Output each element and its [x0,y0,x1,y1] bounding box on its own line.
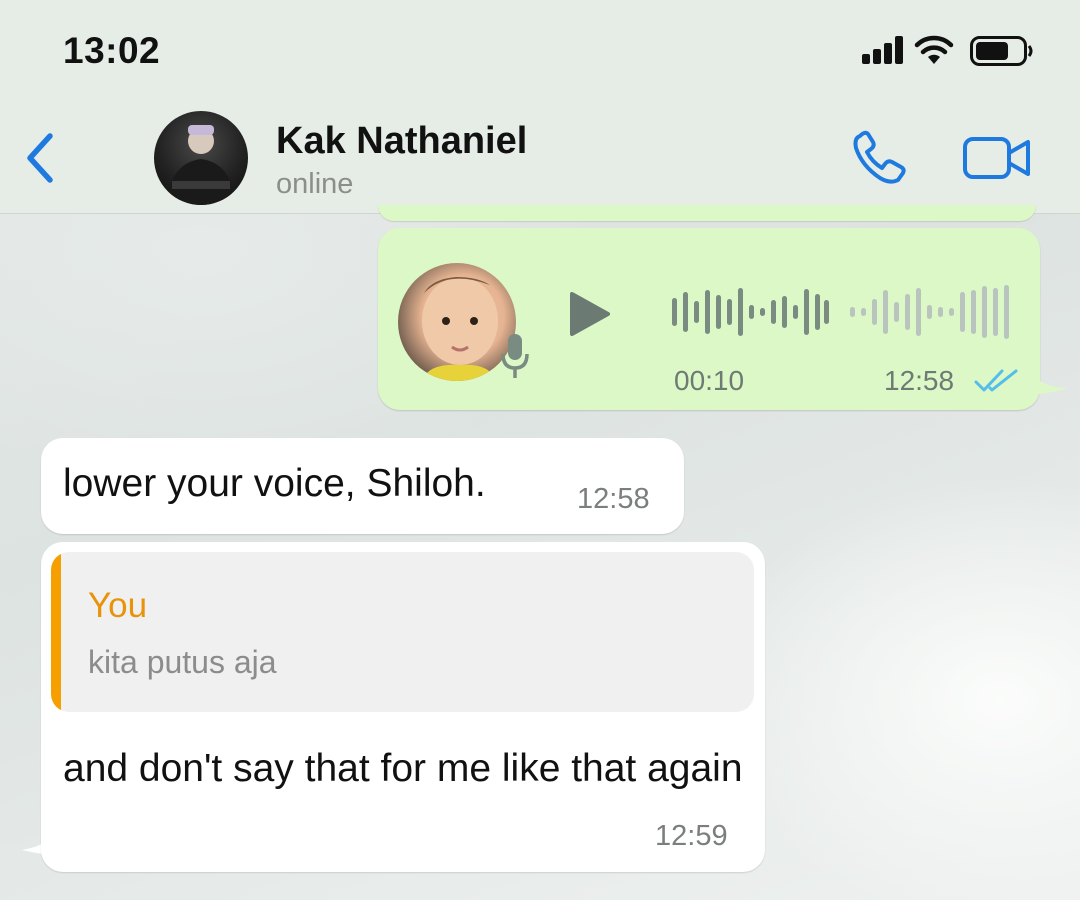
waveform-bar [861,308,866,316]
message-text: and don't say that for me like that agai… [63,747,743,790]
waveform-bar [793,305,798,319]
contact-status: online [276,168,354,200]
waveform-bar [960,292,965,332]
quote-text: kita putus aja [88,644,277,680]
waveform-bar [982,286,987,338]
waveform-bar [760,308,765,316]
waveform-bar [993,288,998,336]
waveform-bar [894,302,899,322]
waveform-bar [683,292,688,332]
baby-photo [422,277,498,381]
bubble-tail [1024,360,1068,395]
waveform-bar [872,299,877,325]
voice-duration: 00:10 [674,365,745,396]
waveform-bar [804,289,809,335]
waveform-bar [927,305,932,319]
waveform-bar [916,288,921,336]
waveform-bar [705,290,710,334]
quote-author: You [88,586,148,625]
wifi-icon [914,35,954,64]
waveform-bar [672,298,677,326]
avatar-photo [166,125,236,205]
message-text: lower your voice, Shiloh. [63,462,486,505]
signal-icon [862,34,906,64]
waveform-bar [738,288,743,336]
quoted-message[interactable]: You kita putus aja [51,552,754,712]
quote-accent-bar [51,552,61,712]
play-icon[interactable] [568,290,612,338]
battery-icon [970,36,1033,66]
waveform-bar [716,295,721,329]
message-time: 12:58 [884,365,955,396]
phone-icon[interactable] [850,130,910,186]
outgoing-voice-message[interactable]: 00:10 12:58 [378,228,1040,410]
waveform-bar [938,307,943,317]
incoming-message[interactable]: lower your voice, Shiloh. 12:58 [41,438,684,534]
double-check-icon [974,369,1018,392]
waveform-bar [850,307,855,317]
microphone-icon [501,334,529,378]
voice-waveform[interactable] [672,284,1009,340]
waveform-bar [782,296,787,328]
waveform-bar [883,290,888,334]
status-time: 13:02 [63,30,161,71]
previous-message-stub [378,205,1036,221]
message-time: 12:58 [577,483,650,515]
waveform-bar [971,290,976,334]
message-time: 12:59 [655,820,728,852]
waveform-bar [771,300,776,324]
waveform-bar [1004,285,1009,339]
waveform-bar [815,294,820,330]
back-chevron-icon[interactable] [22,132,58,184]
chat-header: 13:02 Kak Nathaniel online [0,0,1080,214]
waveform-bar [749,305,754,319]
waveform-bar [694,301,699,323]
contact-name[interactable]: Kak Nathaniel [276,120,527,163]
waveform-bar [727,299,732,325]
waveform-bar [905,294,910,330]
video-camera-icon[interactable] [962,136,1032,180]
waveform-progress-knob[interactable] [824,300,829,324]
contact-avatar[interactable] [154,111,248,205]
waveform-bar [949,308,954,316]
sender-avatar [398,263,516,381]
incoming-reply-message[interactable]: You kita putus aja and don't say that fo… [41,542,765,872]
